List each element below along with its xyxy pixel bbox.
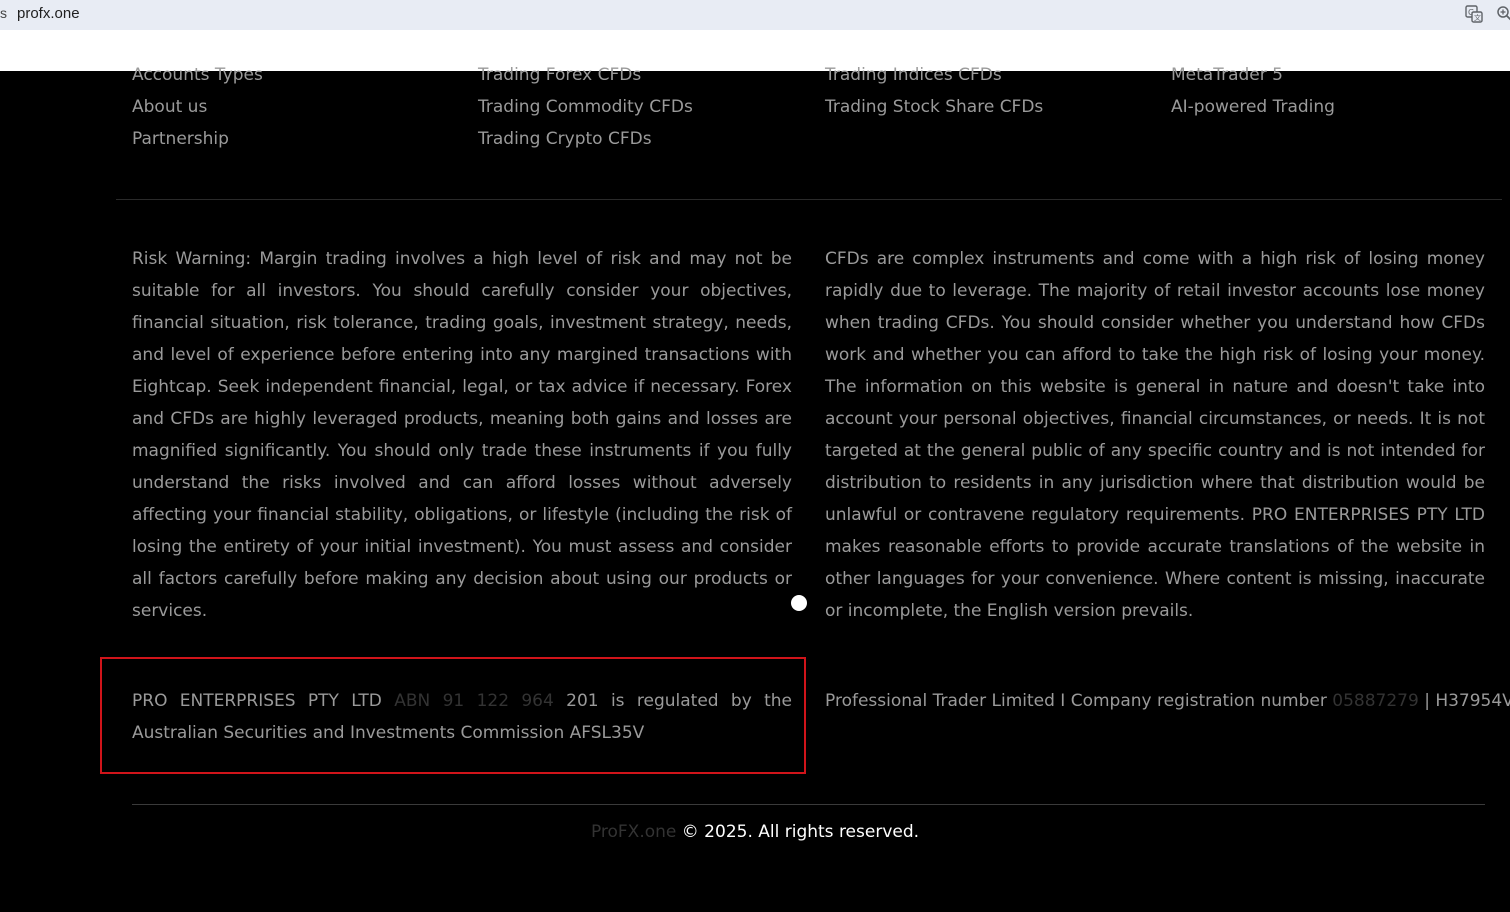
footer-column-indices: Trading Indices CFDs Trading Stock Share… <box>825 59 1043 123</box>
professional-trader-text: Professional Trader Limited I Company re… <box>825 691 1327 711</box>
risk-warning-text: Risk Warning: Margin trading involves a … <box>132 249 792 621</box>
footer-link-metatrader5[interactable]: MetaTrader 5 <box>1171 59 1335 91</box>
footer-link-crypto[interactable]: Trading Crypto CFDs <box>478 123 693 155</box>
abn-number: ABN 91 122 964 <box>394 691 554 711</box>
footer-column-platforms: MetaTrader 5 AI-powered Trading <box>1171 59 1335 123</box>
browser-address-bar: s profx.one G 文 <box>0 0 1510 30</box>
company-name: PRO ENTERPRISES PTY LTD <box>132 691 382 711</box>
cfd-warning-text: CFDs are complex instruments and come wi… <box>825 249 1485 621</box>
footer-link-about-us[interactable]: About us <box>132 91 263 123</box>
footer-link-stock-share[interactable]: Trading Stock Share CFDs <box>825 91 1043 123</box>
address-url[interactable]: profx.one <box>17 5 80 22</box>
footer-link-partnership[interactable]: Partnership <box>132 123 263 155</box>
footer-link-accounts-types[interactable]: Accounts Types <box>132 59 263 91</box>
zoom-icon[interactable] <box>1496 5 1510 21</box>
tab-edge-text: s <box>0 5 7 21</box>
footer-column-markets: Trading Forex CFDs Trading Commodity CFD… <box>478 59 693 155</box>
footer-column-company: Accounts Types About us Partnership <box>132 59 263 155</box>
copyright-text: © 2025. All rights reserved. <box>681 822 920 842</box>
footer-divider-top <box>116 199 1502 200</box>
regulation-text-professional-trader: Professional Trader Limited I Company re… <box>825 685 1510 717</box>
footer-link-forex[interactable]: Trading Forex CFDs <box>478 59 693 91</box>
site-footer: Accounts Types About us Partnership Trad… <box>0 65 1510 912</box>
scroll-dot-indicator <box>791 595 807 611</box>
registration-suffix: | H37954V <box>1424 691 1510 711</box>
footer-link-commodity[interactable]: Trading Commodity CFDs <box>478 91 693 123</box>
translate-icon[interactable]: G 文 <box>1465 5 1483 23</box>
copyright-line: ProFX.one © 2025. All rights reserved. <box>0 817 1510 847</box>
brand-link[interactable]: ProFX.one <box>591 822 676 842</box>
footer-divider-bottom <box>132 804 1485 805</box>
footer-link-indices[interactable]: Trading Indices CFDs <box>825 59 1043 91</box>
regulation-text-australia: PRO ENTERPRISES PTY LTD ABN 91 122 964 2… <box>132 685 792 749</box>
svg-text:文: 文 <box>1474 13 1481 22</box>
footer-link-ai-trading[interactable]: AI-powered Trading <box>1171 91 1335 123</box>
company-registration-number: 05887279 <box>1332 691 1419 711</box>
